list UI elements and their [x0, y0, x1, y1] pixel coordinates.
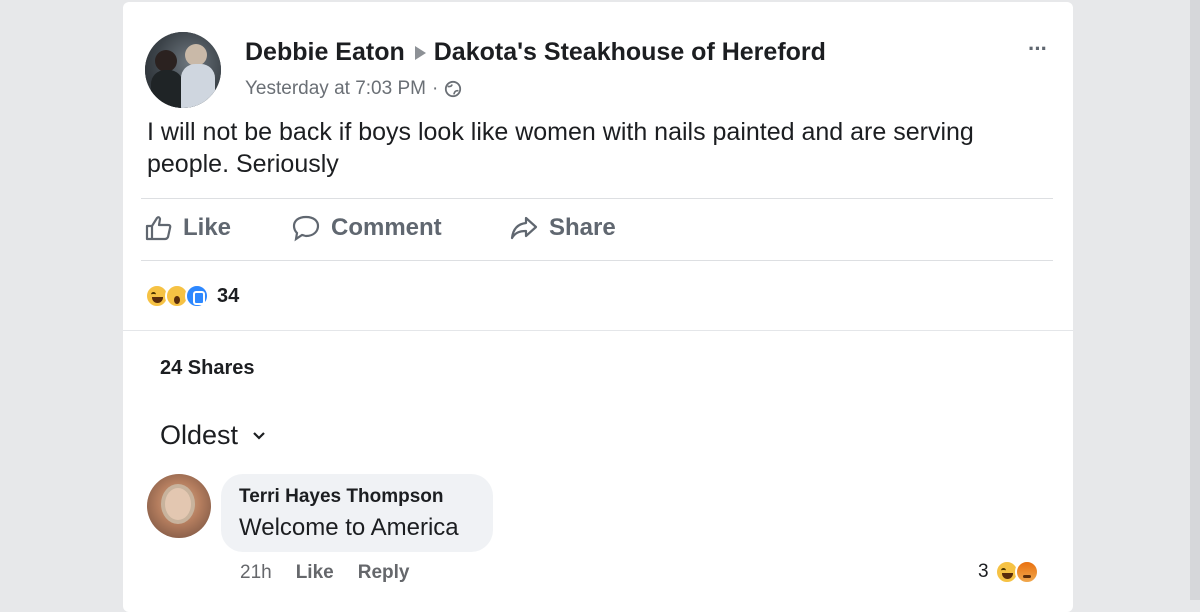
comment-bubble-icon	[292, 215, 320, 242]
comment-text: Welcome to America	[239, 514, 459, 541]
comment-actions: 21h Like Reply	[240, 562, 433, 584]
background-edge	[1190, 0, 1200, 600]
like-button-label: Like	[183, 214, 232, 241]
comment-reply-button[interactable]: Reply	[358, 562, 410, 584]
sort-label: Oldest	[160, 420, 239, 450]
comment-reactions[interactable]: 3	[978, 560, 1039, 584]
comment-button[interactable]: Comment	[291, 214, 442, 242]
arrow-right-icon	[414, 45, 426, 60]
comment-button-label: Comment	[331, 214, 442, 241]
post-card: Debbie Eaton Dakota's Steakhouse of Here…	[123, 2, 1073, 612]
post-meta: Yesterday at 7:03 PM ·	[245, 78, 462, 100]
share-button[interactable]: Share	[509, 214, 616, 242]
shares-count[interactable]: 24 Shares	[160, 357, 255, 380]
comment-sort-dropdown[interactable]: Oldest	[160, 420, 266, 451]
globe-icon[interactable]	[444, 80, 462, 98]
commenter-name-link[interactable]: Terri Hayes Thompson	[239, 486, 443, 508]
post-timestamp[interactable]: Yesterday at 7:03 PM	[245, 78, 426, 100]
chevron-down-icon	[253, 431, 265, 440]
thumbs-up-icon	[145, 216, 172, 241]
divider	[141, 260, 1053, 261]
share-button-label: Share	[549, 214, 616, 241]
author-name-link[interactable]: Debbie Eaton	[245, 38, 405, 67]
page-name-link[interactable]: Dakota's Steakhouse of Hereford	[434, 38, 826, 67]
more-options-icon[interactable]: ···	[1028, 36, 1048, 62]
post-header: Debbie Eaton Dakota's Steakhouse of Here…	[245, 38, 826, 67]
commenter-avatar[interactable]	[147, 474, 211, 538]
angry-emoji-icon	[1014, 560, 1039, 584]
reaction-count: 34	[217, 284, 240, 307]
comment-reaction-count: 3	[978, 561, 989, 582]
like-emoji-icon	[185, 284, 209, 308]
share-arrow-icon	[510, 216, 538, 240]
comment-timestamp[interactable]: 21h	[240, 562, 272, 584]
post-body-text: I will not be back if boys look like wom…	[147, 118, 974, 178]
meta-separator: ·	[431, 78, 439, 99]
divider	[141, 198, 1053, 199]
author-avatar[interactable]	[145, 32, 221, 108]
reactions-summary[interactable]: 34	[145, 284, 239, 308]
comment-bubble: Terri Hayes Thompson Welcome to America	[221, 474, 493, 552]
divider	[123, 330, 1073, 331]
comment-like-button[interactable]: Like	[296, 562, 334, 584]
like-button[interactable]: Like	[145, 214, 231, 242]
